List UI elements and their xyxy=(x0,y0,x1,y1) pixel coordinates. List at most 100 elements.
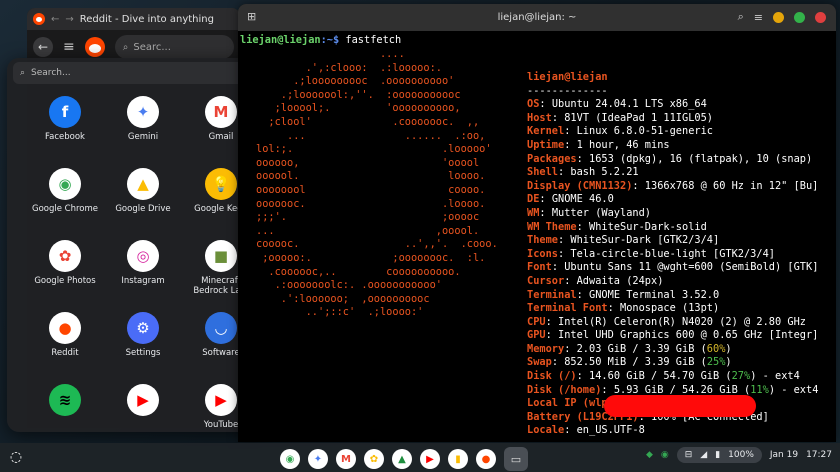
software-icon: ◡ xyxy=(205,312,237,344)
info-value: GNOME 46.0 xyxy=(551,193,614,206)
info-value: 1 hour, 46 mins xyxy=(576,138,670,151)
menu-icon[interactable]: ≡ xyxy=(63,39,75,55)
shelf-drive-icon[interactable]: ▲ xyxy=(392,449,412,469)
app-tile[interactable]: ✦ Gemini xyxy=(107,92,179,164)
date-label[interactable]: Jan 19 xyxy=(770,450,798,460)
menu-icon[interactable]: ≡ xyxy=(754,11,763,24)
info-value: ) - ext4 xyxy=(768,383,819,396)
terminal-body[interactable]: liejan@liejan:~$ fastfetch .... .',:cloo… xyxy=(238,31,836,436)
shelf-keep-icon[interactable]: ▮ xyxy=(448,449,468,469)
info-value: Ubuntu Sans 11 @wght=600 (SemiBold) [GTK… xyxy=(564,261,819,274)
shelf-youtube-icon[interactable]: ▶ xyxy=(420,449,440,469)
info-value: Tela-circle-blue-light [GTK2/3/4] xyxy=(570,247,775,260)
app-tile[interactable]: ▲ Google Drive xyxy=(107,164,179,236)
info-value: en_US.UTF-8 xyxy=(576,424,645,437)
close-button[interactable] xyxy=(815,11,826,23)
info-key: Host xyxy=(527,111,552,124)
info-line: Icons: Tela-circle-blue-light [GTK2/3/4] xyxy=(527,247,775,260)
info-line: Locale: en_US.UTF-8 xyxy=(527,424,645,437)
info-value: 5.93 GiB / 54.26 GiB ( xyxy=(613,383,751,396)
system-tray[interactable]: ◆ ◉ ⊟ ◢ ▮ 100% Jan 19 17:27 xyxy=(646,447,832,463)
forward-arrow-icon[interactable]: → xyxy=(65,14,73,25)
app-launcher: ⌕ Search... f Facebook ✦ Gemini M Gmail ◉ Googl… xyxy=(7,58,269,432)
info-line: Display (CMN1132): 1366x768 @ 60 Hz in 1… xyxy=(527,179,819,192)
info-key: WM xyxy=(527,206,540,219)
shelf-reddit-icon[interactable]: ● xyxy=(476,449,496,469)
shelf-chrome-icon[interactable]: ◉ xyxy=(280,449,300,469)
redaction-mark xyxy=(604,395,756,417)
info-line: ------------- xyxy=(527,85,818,99)
info-key: Font xyxy=(527,261,552,274)
new-tab-icon[interactable]: ⊞ xyxy=(247,10,256,23)
photos-icon: ✿ xyxy=(49,240,81,272)
time-label[interactable]: 17:27 xyxy=(806,450,832,460)
info-key: Memory xyxy=(527,342,565,355)
app-tile[interactable]: ◉ Google Chrome xyxy=(29,164,101,236)
info-line: Terminal: GNOME Terminal 3.52.0 xyxy=(527,288,720,301)
terminal-header: ⊞ liejan@liejan: ~ ⌕ ≡ xyxy=(238,4,836,31)
search-icon: ⌕ xyxy=(20,68,26,78)
terminal-window[interactable]: ⊞ liejan@liejan: ~ ⌕ ≡ liejan@liejan:~$ … xyxy=(238,4,836,442)
reddit-favicon-icon xyxy=(33,13,45,25)
info-key: OS xyxy=(527,98,540,111)
info-key: Theme xyxy=(527,234,558,247)
chrome-tray-icon[interactable]: ◉ xyxy=(661,450,669,460)
app-tile[interactable]: ● Reddit xyxy=(29,308,101,380)
info-key: Cursor xyxy=(527,274,565,287)
app-tile[interactable]: ▶ xyxy=(107,380,179,432)
prompt-command: fastfetch xyxy=(345,34,402,46)
search-icon[interactable]: ⌕ xyxy=(738,10,744,24)
shelf-photos-icon[interactable]: ✿ xyxy=(364,449,384,469)
reddit-icon: ● xyxy=(49,312,81,344)
shield-icon[interactable]: ◆ xyxy=(646,450,653,460)
shelf-gmail-icon[interactable]: M xyxy=(336,449,356,469)
info-value: Intel(R) Celeron(R) N4020 (2) @ 2.80 GHz xyxy=(558,315,806,328)
app-tile[interactable]: ✿ Google Photos xyxy=(29,236,101,308)
back-arrow-icon[interactable]: ← xyxy=(51,14,59,25)
launcher-search-placeholder: Search... xyxy=(31,68,71,78)
info-line: Host: 81VT (IdeaPad 1 11IGL05) xyxy=(527,111,714,124)
shelf-gemini-icon[interactable]: ✦ xyxy=(308,449,328,469)
app-tile[interactable]: ≋ xyxy=(29,380,101,432)
gemini-icon: ✦ xyxy=(127,96,159,128)
info-value: WhiteSur-Dark-solid xyxy=(589,220,707,233)
info-line: liejan@liejan xyxy=(527,71,818,85)
info-value: Linux 6.8.0-51-generic xyxy=(576,125,713,138)
reddit-logo-icon[interactable] xyxy=(84,37,105,57)
info-line: CPU: Intel(R) Celeron(R) N4020 (2) @ 2.8… xyxy=(527,315,806,328)
info-line: Shell: bash 5.2.21 xyxy=(527,166,639,179)
browser-tab-title[interactable]: Reddit - Dive into anything xyxy=(80,14,214,25)
info-key: Disk (/) xyxy=(527,370,577,383)
info-value: 11% xyxy=(750,383,769,396)
reddit-search-placeholder: Searc... xyxy=(133,41,171,53)
info-value: Ubuntu 24.04.1 LTS x86_64 xyxy=(551,98,707,111)
info-value: ) xyxy=(725,356,732,369)
launcher-search-input[interactable]: ⌕ Search... xyxy=(13,62,263,84)
app-label: Gemini xyxy=(127,132,159,142)
status-area[interactable]: ⊟ ◢ ▮ 100% xyxy=(676,447,762,463)
back-button-icon[interactable]: ← xyxy=(33,37,53,57)
info-value: ) xyxy=(725,342,732,355)
search-icon: ⌕ xyxy=(122,41,129,53)
settings-icon: ⚙ xyxy=(127,312,159,344)
ubuntu-ascii-logo: .... .',:clooo: .:looooo:. .;looooooooc … xyxy=(256,48,498,319)
info-key: DE xyxy=(527,193,540,206)
info-value: 2.03 GiB / 3.39 GiB ( xyxy=(576,342,707,355)
app-tile[interactable]: f Facebook xyxy=(29,92,101,164)
app-label: Google Photos xyxy=(34,276,96,286)
battery-icon: ▮ xyxy=(715,450,721,460)
info-line: Swap: 852.50 MiB / 3.39 GiB (25%) xyxy=(527,356,732,369)
apps-grid: f Facebook ✦ Gemini M Gmail ◉ Google Chrome ▲ Goo… xyxy=(29,92,257,432)
app-tile[interactable]: ⚙ Settings xyxy=(107,308,179,380)
app-tile[interactable]: ◎ Instagram xyxy=(107,236,179,308)
shelf-terminal-icon[interactable]: ▭ xyxy=(504,447,528,471)
instagram-icon: ◎ xyxy=(127,240,159,272)
reddit-search-input[interactable]: ⌕ Searc... xyxy=(114,35,234,59)
info-value: 852.50 MiB / 3.39 GiB ( xyxy=(564,356,707,369)
maximize-button[interactable] xyxy=(794,11,805,23)
spotify-icon: ≋ xyxy=(49,384,81,416)
app-label: Reddit xyxy=(51,348,79,358)
info-value: bash 5.2.21 xyxy=(570,166,639,179)
minimize-button[interactable] xyxy=(773,11,784,23)
launcher-icon[interactable]: ◌ xyxy=(5,446,27,468)
